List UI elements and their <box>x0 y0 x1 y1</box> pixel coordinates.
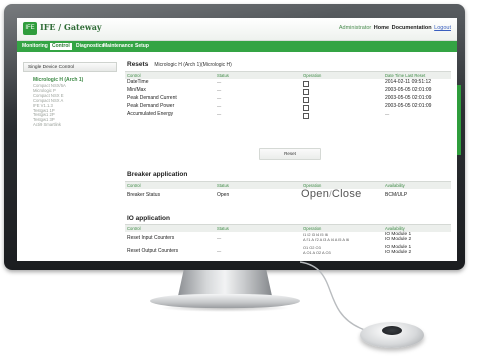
resets-subtitle: Micrologic H (Arch 1)(Micrologic H) <box>154 62 232 68</box>
table-row: DateTime — 2014-02-11 09:51:12 <box>127 79 432 87</box>
sidebar-header: Single Device Control <box>23 62 117 72</box>
documentation-link[interactable]: Documentation <box>392 25 432 31</box>
home-link[interactable]: Home <box>374 25 389 31</box>
breaker-operation: Open/Close <box>301 188 362 200</box>
table-row: Accumulated Energy — — <box>127 111 390 119</box>
reset-checkbox[interactable] <box>303 88 309 95</box>
logo-icon: IFE <box>23 22 37 35</box>
reset-checkbox[interactable] <box>303 96 309 103</box>
reset-button[interactable]: Reset <box>259 148 321 160</box>
monitor-stand-base <box>150 294 300 308</box>
tab-setup[interactable]: Setup <box>133 43 151 50</box>
resets-title: Resets Micrologic H (Arch 1)(Micrologic H… <box>127 61 232 68</box>
breaker-title: Breaker application <box>127 171 188 178</box>
input-counter-operations[interactable]: I1 I2 I3 I4 I5 I6 A I'1 A I'2 A I3 A I4 … <box>303 232 349 242</box>
resets-header-row: Control Status Operation Date Time Last … <box>125 71 451 79</box>
main-nav: Monitoring Control Diagnostics Maintenan… <box>17 41 457 52</box>
mouse-wheel <box>382 326 402 335</box>
output-counter-availability: IO Module 1 IO Module 2 <box>385 245 412 255</box>
io-header-row: Control Status Operation Availability <box>125 224 451 232</box>
device-sidebar: Single Device Control Micrologic H (Arch… <box>23 62 119 261</box>
administrator-link[interactable]: Administrator <box>339 25 371 31</box>
top-links: Administrator Home Documentation Logout <box>338 25 451 31</box>
open-button[interactable]: Open <box>301 188 329 200</box>
table-row: Min/Max — 2003-05-05 02:01:09 <box>127 87 432 95</box>
table-row: Breaker Status Open BCM/ULP <box>127 192 408 198</box>
screen: IFE IFE / Gateway Administrator Home Doc… <box>17 18 457 261</box>
logout-link[interactable]: Logout <box>434 25 451 31</box>
table-row: Peak Demand Current — 2003-05-05 02:01:0… <box>127 95 432 103</box>
reset-checkbox[interactable] <box>303 112 309 119</box>
output-counter-operations[interactable]: O1 O2 O3 A O1 A O2 A O3 <box>303 245 331 255</box>
tab-maintenance[interactable]: Maintenance <box>101 43 135 50</box>
table-row: Peak Demand Power — 2003-05-05 02:01:09 <box>127 103 432 111</box>
sidebar-item[interactable]: Acti9 Smartlink <box>33 122 119 128</box>
breaker-header-row: Control Status Operation Availability <box>125 181 451 189</box>
sidebar-list: Compact NSX/5A Micrologic P Compact NSX … <box>33 83 119 128</box>
app-title: IFE / Gateway <box>40 22 102 32</box>
reset-checkbox[interactable] <box>303 104 309 111</box>
io-title: IO application <box>127 215 170 222</box>
close-button[interactable]: Close <box>332 188 362 200</box>
app-header: IFE IFE / Gateway Administrator Home Doc… <box>17 18 457 41</box>
monitor-stand-neck <box>178 270 272 296</box>
reset-checkbox[interactable] <box>303 80 309 87</box>
input-counter-availability: IO Module 1 IO Module 2 <box>385 232 412 242</box>
tab-control[interactable]: Control <box>50 43 72 50</box>
tab-monitoring[interactable]: Monitoring <box>20 43 50 50</box>
